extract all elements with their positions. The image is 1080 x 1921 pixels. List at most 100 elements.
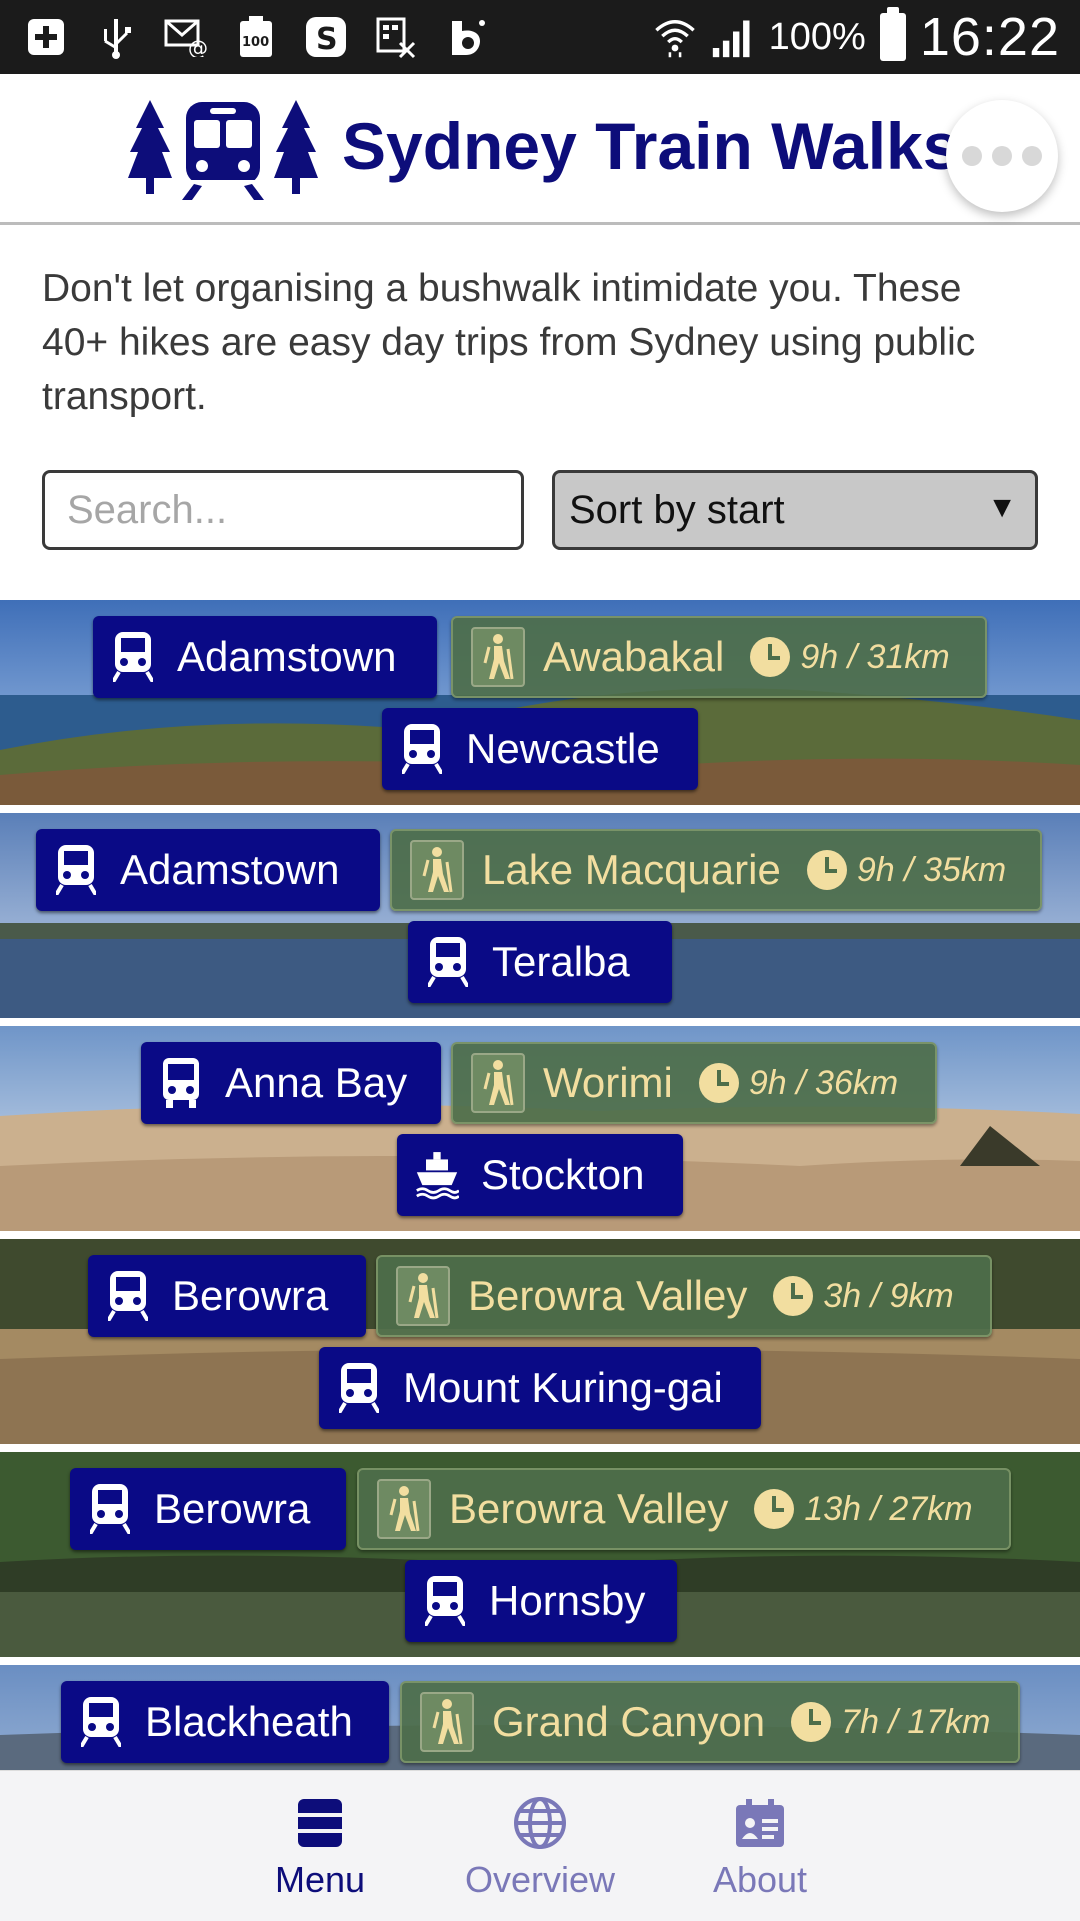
walk-card[interactable]: Berowra Berowra Valley 3h / 9km Mount Ku…	[0, 1239, 1080, 1444]
search-input[interactable]	[42, 470, 524, 550]
walk-card[interactable]: Blackheath Grand Canyon 7h / 17km	[0, 1665, 1080, 1770]
ferry-icon	[415, 1149, 459, 1201]
walk-duration: 9h / 31km	[800, 637, 950, 676]
clock-icon	[791, 1702, 832, 1742]
start-station-label: Adamstown	[177, 633, 397, 680]
hiker-icon	[410, 840, 464, 900]
walk-name-chip[interactable]: Berowra Valley 13h / 27km	[357, 1468, 1011, 1550]
start-station-chip[interactable]: Adamstown	[36, 829, 380, 911]
nav-menu[interactable]: Menu	[220, 1795, 420, 1901]
walk-name-label: Lake Macquarie	[482, 846, 781, 893]
nav-about[interactable]: About	[660, 1795, 860, 1901]
clock-time: 16:22	[919, 7, 1060, 67]
train-icon	[111, 631, 155, 683]
walk-name-label: Berowra Valley	[468, 1272, 748, 1319]
nav-overview-label: Overview	[464, 1859, 616, 1900]
nav-overview[interactable]: Overview	[440, 1795, 640, 1901]
contact-card-icon	[732, 1795, 788, 1851]
start-station-chip[interactable]: Berowra	[88, 1255, 366, 1337]
dropdown-arrow-icon: ▼	[987, 491, 1017, 524]
end-station-label: Newcastle	[466, 725, 660, 772]
train-icon	[337, 1362, 381, 1414]
skype-icon: S	[304, 15, 348, 59]
walk-name-chip[interactable]: Worimi 9h / 36km	[451, 1042, 937, 1124]
clock-icon	[754, 1489, 795, 1529]
nav-about-label: About	[712, 1859, 808, 1900]
end-station-chip[interactable]: Mount Kuring-gai	[319, 1347, 761, 1429]
walk-duration: 9h / 35km	[856, 850, 1007, 889]
dot-icon	[992, 146, 1012, 166]
walk-duration: 13h / 27km	[804, 1489, 973, 1528]
walk-card[interactable]: Adamstown Awabakal 9h / 31km Newcastle	[0, 600, 1080, 805]
hiker-icon	[377, 1479, 431, 1539]
clock-icon	[698, 1063, 739, 1103]
hiker-icon	[396, 1266, 450, 1326]
train-icon	[400, 723, 444, 775]
walk-duration: 7h / 17km	[841, 1702, 991, 1741]
globe-icon	[512, 1795, 568, 1851]
dot-icon	[962, 146, 982, 166]
battery-icon	[879, 7, 906, 61]
walk-name-chip[interactable]: Grand Canyon 7h / 17km	[400, 1681, 1020, 1763]
app-header: Sydney Train Walks	[0, 74, 1080, 225]
intro-text: Don't let organising a bushwalk intimida…	[42, 267, 976, 418]
train-icon	[106, 1270, 150, 1322]
bus-icon	[159, 1057, 203, 1109]
end-station-chip[interactable]: Stockton	[397, 1134, 683, 1216]
start-station-label: Blackheath	[145, 1698, 353, 1745]
notification-icons: @ 100 S	[24, 10, 488, 64]
sort-selected-label: Sort by start	[569, 487, 785, 532]
end-station-label: Mount Kuring-gai	[403, 1364, 723, 1411]
walk-card[interactable]: Anna Bay Worimi 9h / 36km Stockton	[0, 1026, 1080, 1231]
train-icon	[79, 1696, 123, 1748]
sort-select[interactable]: Sort by start ▼	[552, 470, 1038, 550]
walk-duration: 3h / 9km	[823, 1276, 954, 1315]
walk-name-chip[interactable]: Awabakal 9h / 31km	[451, 616, 987, 698]
more-options-button[interactable]	[946, 100, 1058, 212]
walk-list: Adamstown Awabakal 9h / 31km Newcastle A…	[0, 600, 1080, 1770]
end-station-chip[interactable]: Hornsby	[405, 1560, 677, 1642]
walk-name-label: Grand Canyon	[492, 1698, 766, 1745]
end-station-label: Stockton	[481, 1151, 645, 1198]
start-station-chip[interactable]: Berowra	[70, 1468, 346, 1550]
train-icon	[426, 936, 470, 988]
end-station-chip[interactable]: Teralba	[408, 921, 672, 1003]
signal-icon	[711, 15, 755, 59]
walk-name-chip[interactable]: Lake Macquarie 9h / 35km	[390, 829, 1042, 911]
start-station-label: Berowra	[172, 1272, 329, 1319]
train-icon	[88, 1483, 132, 1535]
walk-name-label: Berowra Valley	[449, 1485, 729, 1532]
wifi-icon	[653, 15, 697, 59]
end-station-label: Teralba	[492, 938, 630, 985]
battery-percent: 100%	[768, 15, 866, 58]
start-station-label: Anna Bay	[225, 1059, 408, 1106]
end-station-chip[interactable]: Newcastle	[382, 708, 698, 790]
start-station-label: Adamstown	[120, 846, 340, 893]
start-station-label: Berowra	[154, 1485, 311, 1532]
walk-name-label: Worimi	[543, 1059, 673, 1106]
walk-card[interactable]: Adamstown Lake Macquarie 9h / 35km Teral…	[0, 813, 1080, 1018]
hiker-icon	[471, 1053, 525, 1113]
menu-icon	[292, 1795, 348, 1851]
train-icon	[423, 1575, 467, 1627]
svg-text:S: S	[316, 22, 338, 57]
battery-100-icon: 100	[234, 15, 278, 59]
svg-text:@: @	[188, 36, 208, 57]
start-station-chip[interactable]: Anna Bay	[141, 1042, 441, 1124]
start-station-chip[interactable]: Adamstown	[93, 616, 437, 698]
bottom-navigation: Menu Overview About	[0, 1770, 1080, 1921]
walk-name-chip[interactable]: Berowra Valley 3h / 9km	[376, 1255, 992, 1337]
status-indicators: 100% 16:22	[653, 0, 1060, 74]
nav-menu-label: Menu	[274, 1859, 366, 1900]
start-station-chip[interactable]: Blackheath	[61, 1681, 389, 1763]
add-icon	[24, 15, 68, 59]
train-trees-logo-icon	[128, 100, 318, 200]
clock-icon	[806, 850, 847, 890]
walk-duration: 9h / 36km	[748, 1063, 899, 1102]
walk-card[interactable]: Berowra Berowra Valley 13h / 27km Hornsb…	[0, 1452, 1080, 1657]
clock-icon	[773, 1276, 814, 1316]
app-title: Sydney Train Walks	[342, 109, 960, 183]
svg-text:100: 100	[242, 35, 269, 50]
end-station-label: Hornsby	[489, 1577, 646, 1624]
usb-icon	[94, 15, 138, 59]
